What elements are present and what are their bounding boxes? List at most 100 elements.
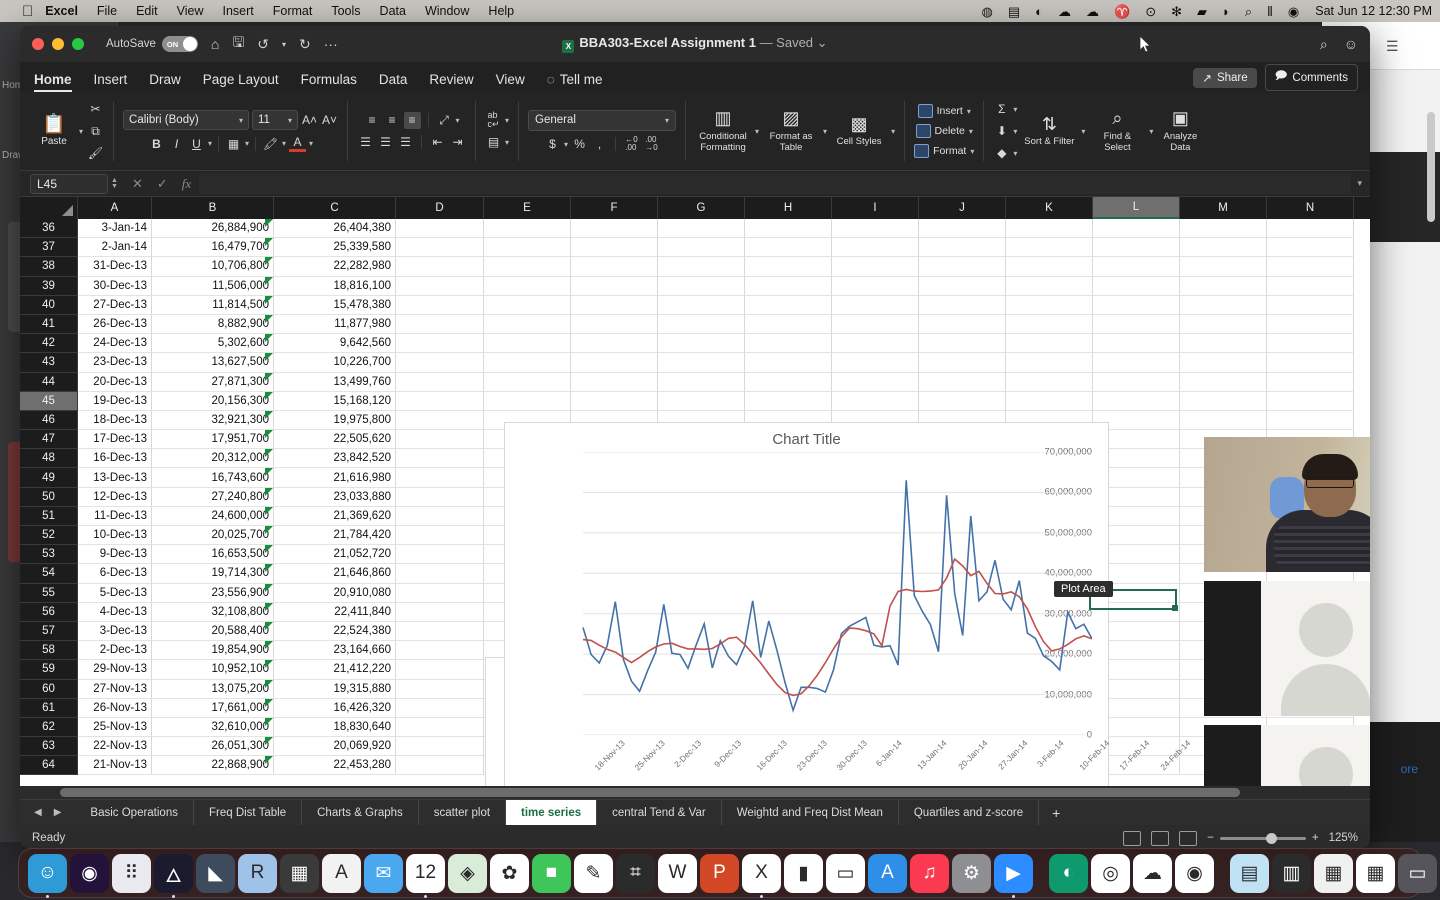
menu-item-data[interactable]: Data <box>380 4 406 18</box>
font-color-dropdown-icon[interactable]: ▾ <box>309 139 313 148</box>
cell-B37[interactable]: 16,479,700 <box>152 238 274 258</box>
cell-A50[interactable]: 12-Dec-13 <box>78 487 152 507</box>
cell-D61[interactable] <box>396 698 484 718</box>
cell-I44[interactable] <box>832 372 919 392</box>
onedrive-icon[interactable]: ☁ <box>1133 853 1172 893</box>
cancel-icon[interactable]: ✕ <box>132 176 143 192</box>
row-header-64[interactable]: 64 <box>20 756 78 776</box>
cell-B54[interactable]: 19,714,300 <box>152 564 274 584</box>
cell-G44[interactable] <box>658 372 745 392</box>
row-header-58[interactable]: 58 <box>20 641 78 661</box>
cell-M46[interactable] <box>1180 410 1267 431</box>
cell-G38[interactable] <box>658 257 745 277</box>
cell-D41[interactable] <box>396 314 484 335</box>
table-row[interactable]: 44 20-Dec-13 27,871,300 13,499,760 <box>20 372 1370 392</box>
headphones-icon[interactable]: ◐ <box>1035 5 1043 18</box>
row-header-53[interactable]: 53 <box>20 545 78 565</box>
bold-button[interactable]: B <box>148 135 165 152</box>
cell-C40[interactable]: 15,478,380 <box>274 295 396 315</box>
find-select-dropdown-icon[interactable]: ▾ <box>1149 127 1153 136</box>
cell-F40[interactable] <box>571 295 658 315</box>
menu-item-window[interactable]: Window <box>425 4 469 18</box>
cell-E37[interactable] <box>484 238 571 258</box>
cell-M42[interactable] <box>1180 334 1267 354</box>
grammarly-icon[interactable]: ◐ <box>1049 853 1088 893</box>
menu-item-excel[interactable]: Excel <box>45 4 78 18</box>
table-row[interactable]: 36 3-Jan-14 26,884,900 26,404,380 <box>20 219 1370 239</box>
cell-J43[interactable] <box>919 353 1006 373</box>
sheet-tab-nav[interactable]: ◀ ▶ <box>20 800 75 825</box>
cell-C57[interactable]: 22,524,380 <box>274 621 396 642</box>
calendar-icon[interactable]: 12 <box>406 853 445 898</box>
row-header-48[interactable]: 48 <box>20 449 78 469</box>
more-icon[interactable]: ··· <box>324 36 338 52</box>
control-center-icon[interactable]: ⦀ <box>1267 5 1273 18</box>
utensils-icon[interactable]: ♈ <box>1114 5 1130 18</box>
quicktime-icon[interactable]: ◉ <box>1175 853 1214 893</box>
cell-D58[interactable] <box>396 641 484 661</box>
cell-N43[interactable] <box>1267 353 1354 373</box>
cell-C52[interactable]: 21,784,420 <box>274 526 396 546</box>
tab-view[interactable]: View <box>496 72 525 92</box>
cell-C43[interactable]: 10,226,700 <box>274 353 396 373</box>
row-header-42[interactable]: 42 <box>20 334 78 354</box>
column-header-I[interactable]: I <box>832 197 919 219</box>
align-top-icon[interactable]: ≡ <box>364 112 381 129</box>
row-header-45[interactable]: 45 <box>20 391 78 411</box>
app-store-icon[interactable]: A <box>868 853 907 893</box>
cell-N37[interactable] <box>1267 238 1354 258</box>
cell-C39[interactable]: 18,816,100 <box>274 276 396 296</box>
cell-J44[interactable] <box>919 372 1006 392</box>
cell-A38[interactable]: 31-Dec-13 <box>78 257 152 277</box>
close-icon[interactable] <box>32 38 44 50</box>
cell-G43[interactable] <box>658 353 745 373</box>
wrap-text-icon[interactable]: ab c↵ <box>485 111 502 129</box>
row-header-59[interactable]: 59 <box>20 660 78 680</box>
comments-button[interactable]: 🗩 Comments <box>1264 64 1358 91</box>
cell-D56[interactable] <box>396 602 484 622</box>
increase-font-icon[interactable]: A˄ <box>301 112 318 129</box>
row-header-41[interactable]: 41 <box>20 314 78 335</box>
zoom-slider[interactable]: − + <box>1207 832 1318 844</box>
cell-I38[interactable] <box>832 257 919 277</box>
cell-C41[interactable]: 11,877,980 <box>274 314 396 335</box>
cell-H39[interactable] <box>745 276 832 296</box>
3d-modeler-icon[interactable]: ◣ <box>196 853 235 893</box>
cell-K36[interactable] <box>1006 219 1093 239</box>
cell-B38[interactable]: 10,706,800 <box>152 257 274 277</box>
document-window-icon[interactable]: ▥ <box>1272 853 1311 893</box>
bluetooth-icon[interactable]: ✻ <box>1171 5 1182 18</box>
cell-N42[interactable] <box>1267 334 1354 354</box>
add-sheet-button[interactable]: + <box>1039 800 1073 825</box>
paste-dropdown-icon[interactable]: ▾ <box>79 127 83 136</box>
music-icon[interactable]: ♫ <box>910 853 949 893</box>
cell-H37[interactable] <box>745 238 832 258</box>
powerpoint-icon[interactable]: P <box>700 853 739 893</box>
cell-A53[interactable]: 9-Dec-13 <box>78 545 152 565</box>
cell-H44[interactable] <box>745 372 832 392</box>
row-header-39[interactable]: 39 <box>20 276 78 296</box>
menu-item-file[interactable]: File <box>97 4 117 18</box>
cell-L39[interactable] <box>1093 276 1180 296</box>
cell-D46[interactable] <box>396 410 484 431</box>
cell-B56[interactable]: 32,108,800 <box>152 602 274 622</box>
cell-E38[interactable] <box>484 257 571 277</box>
cell-K37[interactable] <box>1006 238 1093 258</box>
sheet-tab-weightd-freq-dist-mean[interactable]: Weightd and Freq Dist Mean <box>722 800 899 825</box>
zoom-track[interactable] <box>1219 832 1306 844</box>
cell-L37[interactable] <box>1093 238 1180 258</box>
cell-D45[interactable] <box>396 391 484 411</box>
chart-title[interactable]: Chart Title <box>505 423 1108 448</box>
cell-B64[interactable]: 22,868,900 <box>152 756 274 776</box>
sigma-icon[interactable]: Σ <box>993 101 1010 118</box>
table-row[interactable]: 38 31-Dec-13 10,706,800 22,282,980 <box>20 257 1370 277</box>
cell-G41[interactable] <box>658 314 745 335</box>
row-header-36[interactable]: 36 <box>20 219 78 239</box>
conditional-formatting-dropdown-icon[interactable]: ▾ <box>755 127 759 136</box>
currency-format-button[interactable]: $ <box>544 136 561 153</box>
cell-A42[interactable]: 24-Dec-13 <box>78 334 152 354</box>
cell-E45[interactable] <box>484 391 571 411</box>
cell-A39[interactable]: 30-Dec-13 <box>78 276 152 296</box>
chart-front-plot-area[interactable]: 0 10,000,000 20,000,000 30,000,000 40,000,00… <box>521 447 1192 772</box>
cell-C49[interactable]: 21,616,980 <box>274 468 396 488</box>
